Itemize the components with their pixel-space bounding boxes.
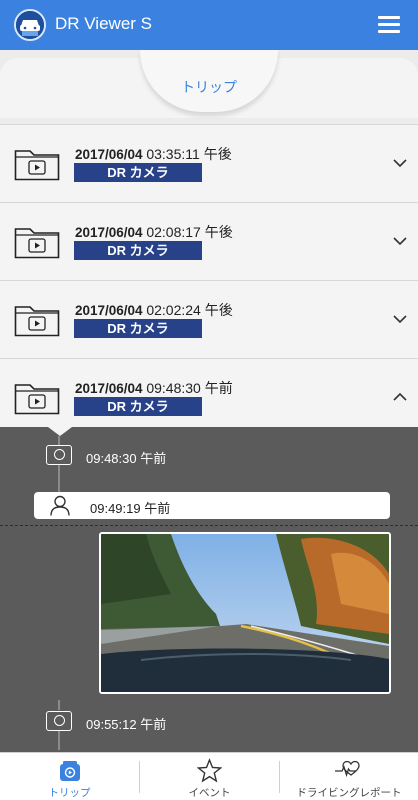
event-card[interactable]: 09:49:19 午前 — [34, 492, 390, 519]
chevron-down-icon[interactable] — [392, 155, 408, 171]
trip-row[interactable]: 2017/06/04 02:08:17 午後 DR カメラ — [0, 202, 418, 280]
trip-datetime: 2017/06/04 09:48:30 午前 — [75, 380, 233, 396]
road-scene-image — [101, 534, 389, 692]
video-folder-icon — [14, 384, 60, 415]
trip-row[interactable]: 2017/06/04 02:02:24 午後 DR カメラ — [0, 280, 418, 358]
timeline-line — [58, 465, 60, 492]
chevron-down-icon[interactable] — [392, 311, 408, 327]
bottom-navigation: トリップ イベント ドライビングレポート — [0, 752, 418, 800]
camera-badge: DR カメラ — [74, 397, 202, 416]
star-icon — [197, 758, 222, 783]
nav-tab-event[interactable]: イベント — [140, 753, 279, 800]
trip-datetime: 2017/06/04 03:35:11 午後 — [75, 146, 232, 162]
nav-label-driving-report: ドライビングレポート — [296, 787, 402, 799]
nav-label-trip: トリップ — [48, 787, 91, 799]
tab-trip-label: トリップ — [181, 80, 237, 96]
camera-badge: DR カメラ — [74, 319, 202, 338]
timeline-line — [58, 700, 60, 710]
heart-pulse-icon — [335, 760, 360, 778]
expand-pointer — [48, 427, 72, 436]
app-bar: DR Viewer S — [0, 0, 418, 50]
camera-badge: DR カメラ — [74, 163, 202, 182]
nav-label-event: イベント — [188, 787, 231, 799]
app-title: DR Viewer S — [55, 14, 152, 33]
chevron-down-icon[interactable] — [392, 233, 408, 249]
timeline-line — [58, 730, 60, 750]
event-video-thumbnail[interactable] — [99, 532, 391, 694]
trip-row-expanded[interactable]: 2017/06/04 09:48:30 午前 DR カメラ — [0, 358, 418, 428]
nav-tab-trip[interactable]: トリップ — [0, 753, 139, 800]
video-folder-icon — [14, 306, 60, 337]
video-folder-icon — [14, 150, 60, 181]
play-video-icon[interactable] — [46, 445, 72, 465]
event-time: 09:49:19 午前 — [90, 501, 171, 516]
timeline-end-time: 09:55:12 午前 — [86, 717, 167, 732]
play-video-icon[interactable] — [46, 711, 72, 731]
trip-row[interactable]: 2017/06/04 03:35:11 午後 DR カメラ — [0, 124, 418, 202]
person-icon — [50, 495, 70, 516]
app-logo-icon — [14, 9, 46, 41]
trip-icon — [60, 761, 80, 781]
trip-datetime: 2017/06/04 02:02:24 午後 — [75, 302, 233, 318]
chevron-up-icon[interactable] — [392, 389, 408, 405]
timeline-start-time: 09:48:30 午前 — [86, 451, 167, 466]
video-folder-icon — [14, 228, 60, 259]
trip-datetime: 2017/06/04 02:08:17 午後 — [75, 224, 233, 240]
hamburger-menu-icon[interactable] — [378, 16, 400, 34]
camera-badge: DR カメラ — [74, 241, 202, 260]
divider — [0, 525, 418, 526]
nav-tab-driving-report[interactable]: ドライビングレポート — [280, 753, 418, 800]
